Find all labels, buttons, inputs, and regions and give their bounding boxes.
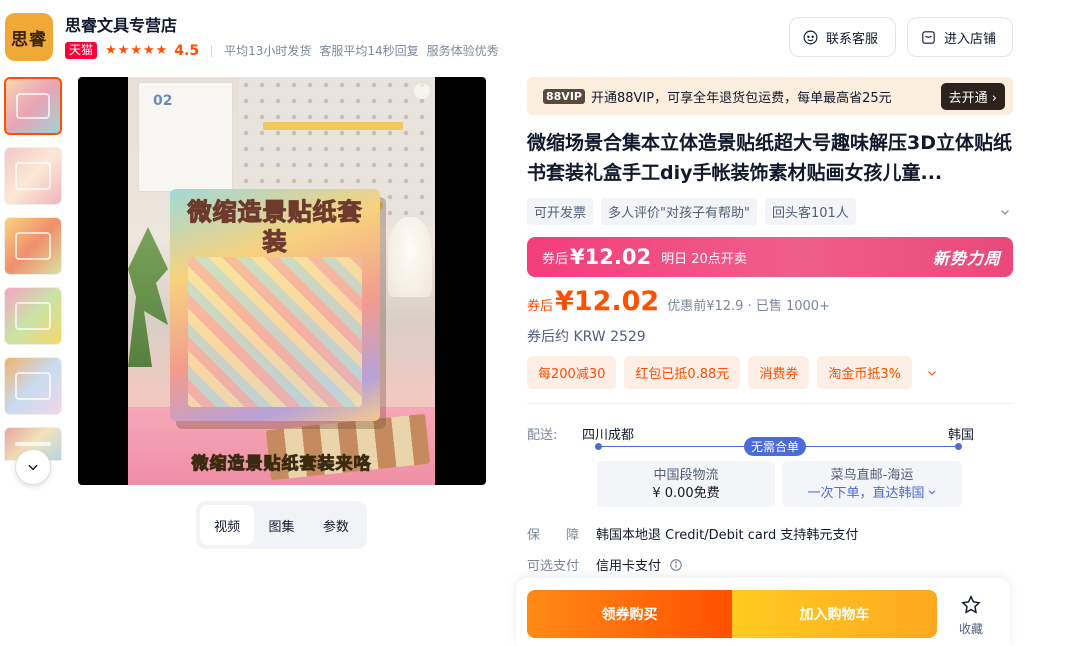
shipping-option-link[interactable]: 一次下单，直达韩国 (807, 486, 924, 501)
route-start-dot (595, 443, 602, 450)
shop-rating: 4.5 (174, 42, 200, 59)
lamp-decoration (388, 217, 432, 297)
product-video[interactable]: 02 微缩造景贴纸套装 微缩造景贴纸套装来咯 (78, 77, 486, 485)
promo-price-label: 券后 (542, 251, 569, 267)
divider (211, 44, 213, 57)
contact-service-label: 联系客服 (826, 31, 879, 47)
video-caption: 微缩造景贴纸套装来咯 (191, 454, 372, 475)
guarantee-label: 保 障 (527, 528, 580, 543)
coupon-item[interactable]: 消费券 (748, 356, 810, 389)
shop-name[interactable]: 思睿文具专营店 (65, 12, 177, 36)
shipping-option-value[interactable]: 一次下单，直达韩国 (782, 485, 962, 503)
video-status-icon (414, 83, 430, 99)
shop-logo[interactable]: 思睿 (5, 13, 53, 61)
media-tabs: 视频 图集 参数 (196, 501, 367, 549)
tab-gallery[interactable]: 图集 (254, 505, 308, 545)
shipping-option-title: 菜鸟直邮-海运 (830, 468, 914, 483)
tab-params[interactable]: 参数 (309, 505, 363, 545)
desk-calendar: 02 (138, 82, 233, 192)
guarantee-value: 韩国本地退 Credit/Debit card 支持韩元支付 (596, 528, 859, 543)
shipping-option-title: 中国段物流 (653, 468, 719, 483)
tmall-badge: 天猫 (65, 42, 98, 59)
promo-price: ¥12.02 (570, 245, 652, 269)
service-reply-time: 客服平均14秒回复 (319, 44, 419, 58)
vip-banner: 88VIP 开通88VIP，可享全年退货包运费，每单最高省25元 去开通 › (527, 77, 1013, 115)
promo-sale-time: 明日 20点开卖 (661, 251, 747, 267)
price-original-and-sold: 优惠前¥12.9 · 已售 1000+ (667, 299, 830, 314)
service-experience: 服务体验优秀 (426, 44, 499, 58)
vip-badge: 88VIP (543, 88, 585, 104)
coupon-item[interactable]: 每200减30 (527, 356, 617, 389)
price-krw: 券后约 KRW 2529 (527, 329, 646, 345)
promo-banner: 券后 ¥12.02 明日 20点开卖 新势力周 (527, 237, 1013, 277)
chevron-down-icon (928, 490, 935, 495)
customer-service-icon (803, 30, 818, 44)
calendar-number: 02 (153, 93, 173, 109)
favorite-button[interactable]: 收藏 (953, 594, 989, 637)
tab-video[interactable]: 视频 (200, 505, 255, 545)
tag-reviews[interactable]: 多人评价"对孩子有帮助" (601, 198, 757, 225)
chevron-down-icon[interactable] (999, 206, 1011, 218)
payment-label: 可选支付 (527, 559, 580, 574)
shelf (263, 122, 403, 130)
tag-repeat-customers[interactable]: 回头客101人 (764, 198, 856, 225)
thumbnail-5[interactable] (4, 357, 62, 415)
route-end-dot (955, 443, 962, 450)
thumbnail-3[interactable] (4, 217, 62, 275)
store-icon (922, 30, 935, 44)
vip-open-button[interactable]: 去开通 › (940, 82, 1005, 110)
shipping-option-cainiao[interactable]: 菜鸟直邮-海运 一次下单，直达韩国 (782, 461, 962, 507)
product-tags: 可开发票 多人评价"对孩子有帮助" 回头客101人 (527, 198, 1013, 225)
payment-method: 信用卡支付 (596, 559, 662, 574)
no-consolidation-badge: 无需合单 (744, 437, 807, 456)
star-icon (961, 595, 981, 614)
shipping-option-value: ¥ 0.00免费 (652, 486, 720, 501)
coupon-item[interactable]: 红包已抵0.88元 (624, 356, 741, 389)
coupon-item[interactable]: 淘金币抵3% (817, 356, 912, 389)
vip-text: 开通88VIP，可享全年退货包运费，每单最高省25元 (590, 90, 892, 106)
tag-invoice[interactable]: 可开发票 (527, 198, 594, 225)
payment-value: 信用卡支付 (596, 555, 683, 574)
rating-stars-icon: ★★★★★ (105, 43, 169, 58)
buy-now-button[interactable]: 领券购买 (527, 590, 732, 638)
plant-decoration (128, 227, 168, 367)
product-video-frame: 02 微缩造景贴纸套装 微缩造景贴纸套装来咯 (128, 77, 435, 485)
thumbnail-4[interactable] (4, 287, 62, 345)
chevron-down-icon[interactable] (926, 367, 938, 379)
favorite-label: 收藏 (958, 622, 983, 636)
product-box-art (188, 257, 362, 407)
thumbnail-2[interactable] (4, 147, 62, 205)
enter-store-label: 进入店铺 (944, 31, 997, 47)
info-icon[interactable] (669, 558, 683, 572)
add-to-cart-button[interactable]: 加入购物车 (732, 590, 937, 638)
price-label: 券后 (527, 299, 554, 314)
service-shipping-time: 平均13小时发货 (224, 44, 312, 58)
promo-event-badge: 新势力周 (932, 249, 1001, 268)
product-title: 微缩场景合集本立体造景贴纸超大号趣味解压3D立体贴纸书套装礼盒手工diy手帐装饰… (527, 132, 1012, 184)
price-row: 券后 ¥12.02 优惠前¥12.9 · 已售 1000+ (527, 286, 830, 317)
coupon-list: 每200减30 红包已抵0.88元 消费券 淘金币抵3% (527, 356, 938, 389)
product-box-title: 微缩造景贴纸套装 (187, 198, 363, 257)
ship-from: 四川成都 (582, 428, 635, 443)
thumbnail-list (4, 77, 62, 473)
shipping-option-china: 中国段物流 ¥ 0.00免费 (597, 461, 775, 507)
shipping-label: 配送: (527, 428, 558, 443)
thumbnail-scroll-down-button[interactable] (15, 449, 51, 485)
chevron-down-icon (28, 464, 38, 471)
ship-to[interactable]: 韩国 (948, 424, 974, 443)
contact-service-button[interactable]: 联系客服 (789, 17, 896, 57)
shop-meta: 天猫 ★★★★★ 4.5 平均13小时发货 客服平均14秒回复 服务体验优秀 (65, 42, 507, 59)
thumbnail-1[interactable] (4, 77, 62, 135)
divider (527, 403, 1013, 404)
price-value: ¥12.02 (555, 286, 660, 317)
enter-store-button[interactable]: 进入店铺 (907, 17, 1013, 57)
